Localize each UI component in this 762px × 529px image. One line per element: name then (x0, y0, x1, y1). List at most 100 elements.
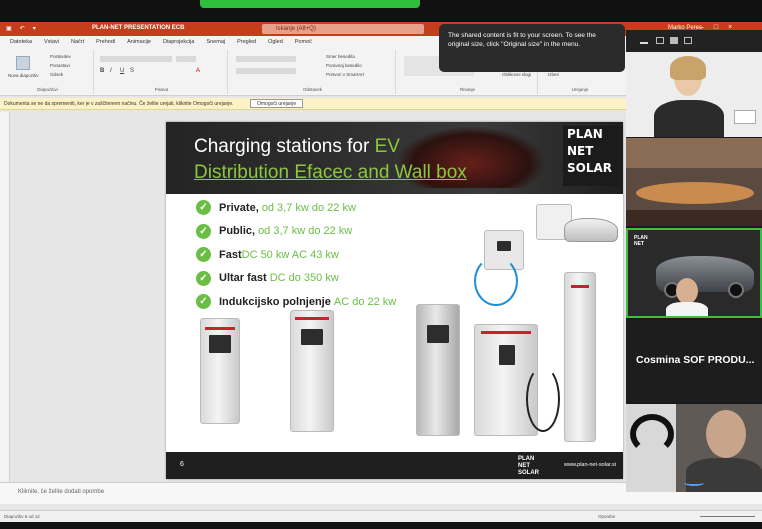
slide-counter: Diapozitiv 6 od 12 (4, 514, 40, 519)
bullet-bold: Private, (219, 201, 259, 214)
participant-name-label: Cosmina SOF PRODU... (636, 354, 755, 366)
bullet-detail: DC do 350 kw (269, 272, 339, 285)
align-buttons[interactable] (236, 68, 296, 74)
group-label-drawing: Risanje (459, 87, 475, 92)
charger-image-totem (564, 272, 596, 442)
checkmark-icon: ✓ (196, 223, 211, 239)
fit-to-screen-tooltip: The shared content is fit to your screen… (439, 24, 625, 72)
enable-editing-button[interactable]: Omogoči urejanje (250, 99, 304, 108)
checkmark-icon: ✓ (196, 247, 211, 263)
video-tile-participant-3[interactable]: PLAN NET (626, 228, 762, 318)
bullet-bold: Indukcijsko polnjenje (219, 295, 331, 308)
title-text: Charging stations for (194, 136, 375, 157)
wallbox-cable (474, 256, 518, 306)
bullet-bold: Ultar fast (219, 272, 267, 285)
new-slide-icon[interactable] (16, 56, 30, 70)
video-tile-participant-1[interactable] (626, 52, 762, 137)
ribbon-group-font: B I U S A Pisava (96, 50, 228, 94)
bullet-item: ✓ Fast DC 50 kw AC 43 kw (196, 243, 396, 267)
bullet-bold: Public, (219, 225, 256, 238)
font-name-select[interactable] (100, 56, 172, 62)
gallery-view-icon[interactable] (670, 37, 678, 44)
screen: ▣ ↶ ▾ PLAN-NET PRESENTATION ECB Iskanje … (0, 0, 762, 529)
headphones (630, 414, 674, 454)
checkmark-icon: ✓ (196, 294, 211, 310)
video-tile-participant-5[interactable] (626, 404, 762, 492)
tab-design[interactable]: Načrt (71, 39, 84, 45)
status-bar: Diapozitiv 6 od 12 Opombe (0, 510, 762, 522)
screen-share-indicator[interactable] (200, 0, 420, 8)
participant-face (676, 278, 698, 304)
panel-toolbar (626, 30, 762, 52)
notes-toggle[interactable]: Opombe (598, 514, 615, 519)
tab-view[interactable]: Ogled (268, 39, 283, 45)
tab-animations[interactable]: Animacije (127, 39, 151, 45)
layout-grid-icon[interactable] (684, 37, 692, 44)
font-color-icon[interactable]: A (196, 68, 200, 74)
reset-button[interactable]: Ponastavi (50, 63, 70, 68)
charger-image-fast (416, 304, 460, 436)
footer-logo: PLAN NET SOLAR (518, 456, 539, 477)
smartart-button[interactable]: Pretvori v SmartArt (326, 72, 364, 77)
underline-icon[interactable]: U (120, 68, 124, 74)
shape-styles-button[interactable]: Oblikovni slogi (502, 72, 531, 77)
video-gallery-panel: PLAN NET Cosmina SOF PRODU... (626, 30, 762, 492)
group-label-slides: Diapozitivi (37, 87, 58, 92)
bullet-detail: od 3,7 kw do 22 kw (261, 201, 356, 214)
title-ev: EV (374, 136, 400, 157)
bullet-list: ✓ Private, od 3,7 kw do 22 kw ✓ Public, od 3… (196, 196, 396, 314)
list-buttons[interactable] (236, 56, 296, 62)
italic-icon[interactable]: I (110, 68, 112, 74)
customize-icon[interactable]: ▾ (33, 25, 36, 32)
font-size-select[interactable] (176, 56, 196, 62)
background-sign (734, 110, 756, 124)
bullet-bold: Fast (219, 248, 242, 261)
minimize-panel-icon[interactable] (640, 37, 648, 44)
logo-line-plan: PLAN (567, 127, 603, 141)
charger-image-efacec-2 (290, 310, 334, 432)
car-wheel (728, 282, 744, 298)
car-illustration (564, 218, 618, 242)
slide-thumbnail-pane[interactable] (0, 112, 10, 482)
notes-placeholder[interactable]: Kliknite, če želite dodati opombe (18, 489, 104, 495)
charger-image-efacec-1 (200, 318, 240, 424)
tab-transitions[interactable]: Prehodi (96, 39, 115, 45)
tab-help[interactable]: Pomoč (295, 39, 312, 45)
layout-button[interactable]: Postavitev (50, 54, 71, 59)
bullet-item: ✓ Private, od 3,7 kw do 22 kw (196, 196, 396, 220)
bold-icon[interactable]: B (100, 68, 104, 74)
slide-footer: 6 PLAN NET SOLAR www.plan-net-solar.si (166, 452, 623, 479)
group-label-font: Pisava (154, 87, 169, 92)
search-box[interactable]: Iskanje (Alt+Q) (262, 24, 424, 34)
save-icon[interactable]: ▣ (6, 25, 12, 32)
speaker-view-icon[interactable] (656, 37, 664, 44)
tab-record[interactable]: Snemaj (206, 39, 225, 45)
ribbon-group-paragraph: Smer besedila Poravnaj besedilo Pretvori… (230, 50, 396, 94)
select-button[interactable]: Izberi (548, 72, 559, 77)
scroll-down-icon[interactable] (684, 480, 704, 486)
text-direction-button[interactable]: Smer besedila (326, 54, 355, 59)
section-button[interactable]: Odsek (50, 72, 63, 77)
bullet-detail: AC do 22 kw (333, 295, 397, 308)
undo-icon[interactable]: ↶ (20, 25, 25, 32)
slide-header-banner: Charging stations for EV Distribution Ef… (166, 122, 623, 194)
video-tile-conference-room[interactable] (626, 138, 762, 226)
group-label-paragraph: Odstavek (302, 87, 322, 92)
tab-insert[interactable]: Vstavi (44, 39, 59, 45)
tab-slideshow[interactable]: Diaprojekcija (163, 39, 195, 45)
zoom-slider[interactable] (700, 516, 755, 517)
new-slide-label[interactable]: Nova diapozitiv (8, 73, 39, 78)
tab-review[interactable]: Pregled (237, 39, 256, 45)
tab-file[interactable]: Datoteka (10, 39, 32, 45)
slide-canvas[interactable]: Charging stations for EV Distribution Ef… (166, 122, 623, 479)
checkmark-icon: ✓ (196, 270, 211, 286)
participant-body (666, 302, 708, 316)
strikethrough-icon[interactable]: S (130, 68, 134, 74)
participant-hair (670, 56, 706, 80)
plan-net-solar-logo: PLAN NET SOLAR (563, 126, 621, 186)
quick-access-toolbar: ▣ ↶ ▾ (6, 25, 36, 32)
align-text-button[interactable]: Poravnaj besedilo (326, 63, 362, 68)
video-tile-cosmina[interactable]: Cosmina SOF PRODU... (626, 320, 762, 402)
logo-line-solar: SOLAR (567, 161, 613, 175)
slide-page-number: 6 (180, 461, 184, 468)
